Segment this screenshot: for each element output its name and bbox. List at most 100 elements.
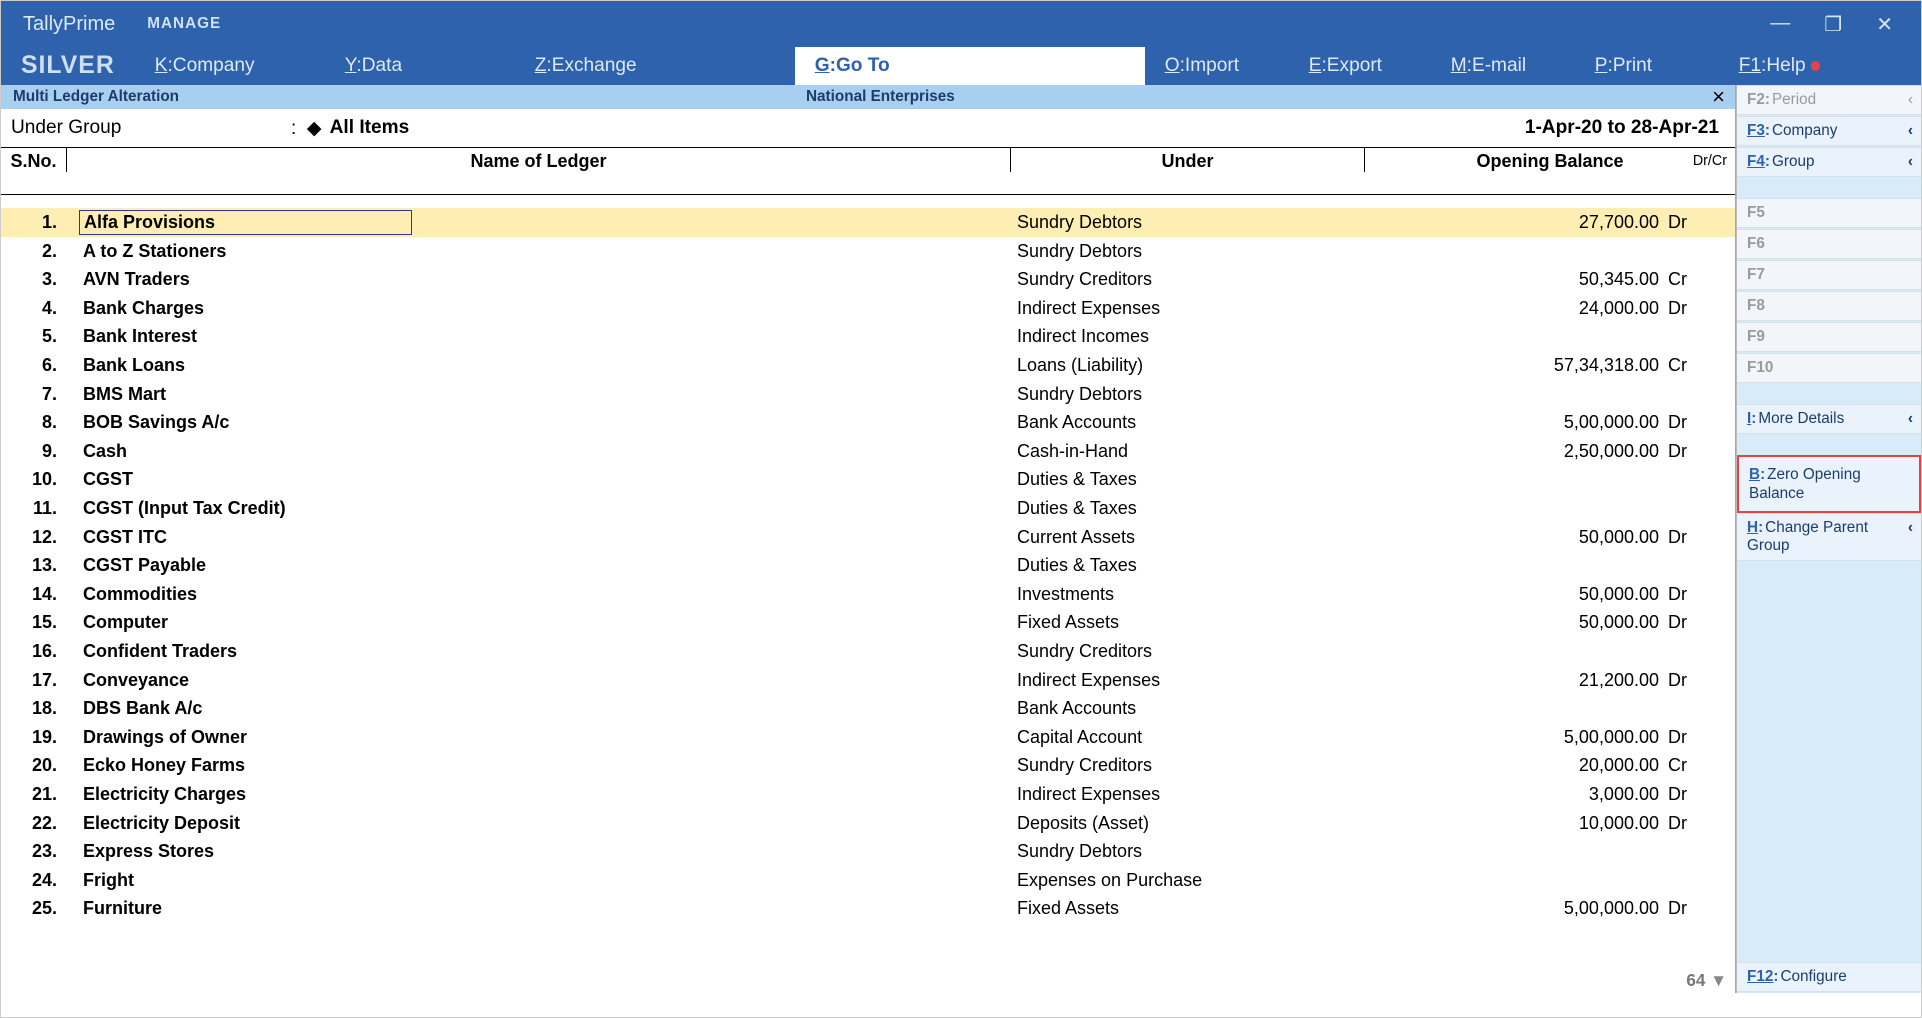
side-f3-company[interactable]: F3:Company <box>1737 116 1921 146</box>
table-row[interactable]: 20.Ecko Honey FarmsSundry Creditors20,00… <box>1 752 1735 781</box>
maximize-icon[interactable]: ❐ <box>1824 12 1842 37</box>
cell-under[interactable]: Duties & Taxes <box>1011 498 1365 519</box>
table-row[interactable]: 2.A to Z StationersSundry Debtors <box>1 237 1735 266</box>
cell-under[interactable]: Sundry Creditors <box>1011 755 1365 776</box>
cell-drcr[interactable]: Dr <box>1663 298 1735 319</box>
cell-drcr[interactable]: Dr <box>1663 412 1735 433</box>
cell-name[interactable]: BMS Mart <box>67 383 1011 406</box>
menu-goto[interactable]: G:Go To <box>795 47 1145 85</box>
cell-balance[interactable]: 21,200.00 <box>1365 670 1663 691</box>
table-row[interactable]: 1.Alfa ProvisionsSundry Debtors27,700.00… <box>1 208 1735 237</box>
cell-under[interactable]: Capital Account <box>1011 727 1365 748</box>
side-f4-group[interactable]: F4:Group <box>1737 147 1921 177</box>
cell-drcr[interactable]: Dr <box>1663 898 1735 919</box>
table-row[interactable]: 24.FrightExpenses on Purchase <box>1 866 1735 895</box>
cell-name[interactable]: Conveyance <box>67 669 1011 692</box>
table-row[interactable]: 23.Express StoresSundry Debtors <box>1 837 1735 866</box>
cell-balance[interactable]: 57,34,318.00 <box>1365 355 1663 376</box>
close-icon[interactable]: ✕ <box>1876 12 1893 37</box>
context-close-icon[interactable]: × <box>1712 84 1735 110</box>
table-row[interactable]: 4.Bank ChargesIndirect Expenses24,000.00… <box>1 294 1735 323</box>
menu-data[interactable]: Y:Data <box>325 47 515 85</box>
menu-exchange[interactable]: Z:Exchange <box>515 47 795 85</box>
cell-under[interactable]: Duties & Taxes <box>1011 555 1365 576</box>
cell-under[interactable]: Investments <box>1011 584 1365 605</box>
cell-name[interactable]: Bank Charges <box>67 297 1011 320</box>
cell-name[interactable]: Commodities <box>67 583 1011 606</box>
table-row[interactable]: 7.BMS MartSundry Debtors <box>1 380 1735 409</box>
table-row[interactable]: 12.CGST ITCCurrent Assets50,000.00Dr <box>1 523 1735 552</box>
cell-name[interactable]: Express Stores <box>67 840 1011 863</box>
cell-name[interactable]: A to Z Stationers <box>67 240 1011 263</box>
cell-name[interactable]: Drawings of Owner <box>67 726 1011 749</box>
cell-under[interactable]: Fixed Assets <box>1011 612 1365 633</box>
cell-under[interactable]: Sundry Debtors <box>1011 384 1365 405</box>
cell-name[interactable]: Fright <box>67 869 1011 892</box>
cell-balance[interactable]: 50,345.00 <box>1365 269 1663 290</box>
cell-drcr[interactable]: Dr <box>1663 527 1735 548</box>
filter-value[interactable]: All Items <box>330 117 410 139</box>
cell-balance[interactable]: 24,000.00 <box>1365 298 1663 319</box>
cell-under[interactable]: Sundry Debtors <box>1011 841 1365 862</box>
menu-print[interactable]: P:Print <box>1575 47 1719 85</box>
cell-under[interactable]: Sundry Debtors <box>1011 241 1365 262</box>
table-row[interactable]: 9.CashCash-in-Hand2,50,000.00Dr <box>1 437 1735 466</box>
cell-drcr[interactable]: Dr <box>1663 813 1735 834</box>
table-row[interactable]: 8.BOB Savings A/cBank Accounts5,00,000.0… <box>1 408 1735 437</box>
cell-balance[interactable]: 5,00,000.00 <box>1365 412 1663 433</box>
cell-under[interactable]: Sundry Creditors <box>1011 641 1365 662</box>
minimize-icon[interactable]: — <box>1770 12 1790 37</box>
side-more-details[interactable]: I:More Details <box>1737 404 1921 434</box>
cell-name[interactable]: Furniture <box>67 897 1011 920</box>
cell-drcr[interactable]: Dr <box>1663 670 1735 691</box>
cell-balance[interactable]: 20,000.00 <box>1365 755 1663 776</box>
cell-under[interactable]: Bank Accounts <box>1011 412 1365 433</box>
cell-name[interactable]: Electricity Charges <box>67 783 1011 806</box>
menu-import[interactable]: O:Import <box>1145 47 1289 85</box>
cell-drcr[interactable]: Cr <box>1663 355 1735 376</box>
cell-drcr[interactable]: Dr <box>1663 441 1735 462</box>
cell-drcr[interactable]: Cr <box>1663 755 1735 776</box>
table-row[interactable]: 17.ConveyanceIndirect Expenses21,200.00D… <box>1 666 1735 695</box>
cell-name[interactable]: Confident Traders <box>67 640 1011 663</box>
table-row[interactable]: 21.Electricity ChargesIndirect Expenses3… <box>1 780 1735 809</box>
side-f12-configure[interactable]: F12:Configure <box>1737 962 1921 992</box>
table-row[interactable]: 3.AVN TradersSundry Creditors50,345.00Cr <box>1 265 1735 294</box>
cell-drcr[interactable]: Dr <box>1663 612 1735 633</box>
table-row[interactable]: 14.CommoditiesInvestments50,000.00Dr <box>1 580 1735 609</box>
cell-balance[interactable]: 5,00,000.00 <box>1365 898 1663 919</box>
cell-name[interactable]: Cash <box>67 440 1011 463</box>
cell-under[interactable]: Cash-in-Hand <box>1011 441 1365 462</box>
menu-company[interactable]: K:Company <box>135 47 325 85</box>
cell-under[interactable]: Indirect Incomes <box>1011 326 1365 347</box>
cell-balance[interactable]: 3,000.00 <box>1365 784 1663 805</box>
table-row[interactable]: 19.Drawings of OwnerCapital Account5,00,… <box>1 723 1735 752</box>
cell-under[interactable]: Duties & Taxes <box>1011 469 1365 490</box>
table-row[interactable]: 18.DBS Bank A/cBank Accounts <box>1 694 1735 723</box>
cell-name[interactable]: DBS Bank A/c <box>67 697 1011 720</box>
cell-drcr[interactable]: Dr <box>1663 584 1735 605</box>
cell-balance[interactable]: 27,700.00 <box>1365 212 1663 233</box>
table-row[interactable]: 5.Bank InterestIndirect Incomes <box>1 323 1735 352</box>
table-row[interactable]: 6.Bank LoansLoans (Liability)57,34,318.0… <box>1 351 1735 380</box>
table-row[interactable]: 15.ComputerFixed Assets50,000.00Dr <box>1 609 1735 638</box>
cell-name[interactable]: AVN Traders <box>67 268 1011 291</box>
cell-name[interactable]: CGST <box>67 468 1011 491</box>
cell-name[interactable]: CGST ITC <box>67 526 1011 549</box>
cell-balance[interactable]: 50,000.00 <box>1365 612 1663 633</box>
cell-balance[interactable]: 2,50,000.00 <box>1365 441 1663 462</box>
cell-under[interactable]: Bank Accounts <box>1011 698 1365 719</box>
cell-under[interactable]: Sundry Debtors <box>1011 212 1365 233</box>
cell-drcr[interactable]: Dr <box>1663 212 1735 233</box>
cell-name[interactable]: CGST (Input Tax Credit) <box>67 497 1011 520</box>
table-row[interactable]: 16.Confident TradersSundry Creditors <box>1 637 1735 666</box>
cell-under[interactable]: Expenses on Purchase <box>1011 870 1365 891</box>
menu-help[interactable]: F1:Help <box>1719 47 1840 85</box>
cell-name[interactable]: BOB Savings A/c <box>67 411 1011 434</box>
cell-name[interactable]: Ecko Honey Farms <box>67 754 1011 777</box>
cell-name[interactable]: Computer <box>67 611 1011 634</box>
cell-drcr[interactable]: Dr <box>1663 784 1735 805</box>
table-row[interactable]: 25.FurnitureFixed Assets5,00,000.00Dr <box>1 895 1735 924</box>
table-row[interactable]: 13.CGST PayableDuties & Taxes <box>1 551 1735 580</box>
table-row[interactable]: 11.CGST (Input Tax Credit)Duties & Taxes <box>1 494 1735 523</box>
